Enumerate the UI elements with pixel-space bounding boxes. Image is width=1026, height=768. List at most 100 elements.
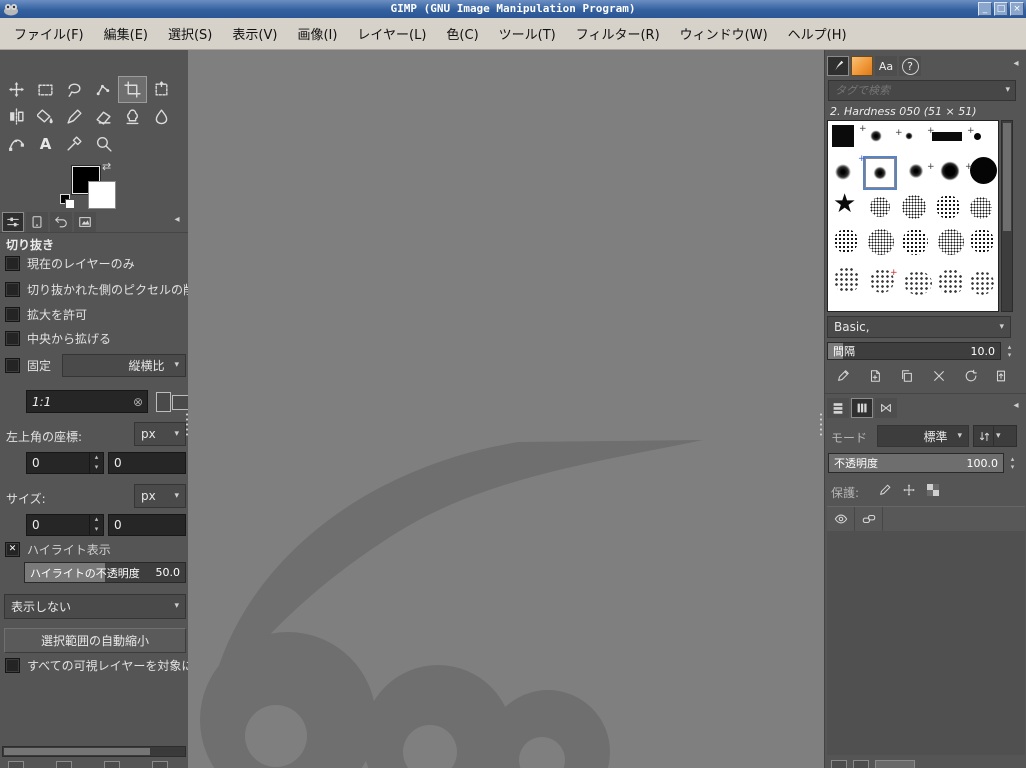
- brush-thumbnail[interactable]: [938, 159, 962, 183]
- brush-thumbnail[interactable]: [974, 133, 981, 140]
- tab-brushes[interactable]: [827, 56, 849, 76]
- brush-grid-scrollbar[interactable]: [1001, 120, 1013, 312]
- tool-crop[interactable]: [118, 76, 147, 103]
- tool-bucket-fill[interactable]: [31, 103, 60, 130]
- option-shrink-merged[interactable]: すべての可視レイヤーを対象にす: [5, 658, 188, 673]
- layer-action-button[interactable]: [875, 760, 915, 768]
- brush-thumbnail[interactable]: [932, 132, 962, 141]
- brush-thumbnail[interactable]: [938, 229, 964, 255]
- size-height-input[interactable]: [109, 515, 185, 535]
- highlight-opacity-slider[interactable]: ハイライトの不透明度 50.0: [24, 562, 186, 583]
- brush-thumbnail[interactable]: ★: [833, 191, 856, 217]
- default-colors-icon[interactable]: [60, 194, 75, 209]
- tab-paths[interactable]: [875, 398, 897, 418]
- tab-patterns[interactable]: [851, 56, 873, 76]
- new-layer-button[interactable]: [831, 760, 847, 768]
- spin-up-icon[interactable]: ▴: [1008, 343, 1012, 351]
- maximize-button[interactable]: □: [994, 2, 1008, 16]
- option-delete-cropped-pixels[interactable]: 切り抜かれた側のピクセルの削除: [5, 282, 188, 297]
- brush-thumbnail[interactable]: [970, 229, 994, 253]
- menu-view[interactable]: 表示(V): [222, 19, 287, 48]
- tab-document-history[interactable]: ?: [899, 56, 921, 76]
- tool-text[interactable]: A: [31, 130, 60, 157]
- refresh-brushes-button[interactable]: [959, 366, 983, 386]
- delete-brush-button[interactable]: [927, 366, 951, 386]
- brush-group-dropdown[interactable]: Basic, ▾: [827, 316, 1011, 338]
- duplicate-brush-button[interactable]: [895, 366, 919, 386]
- position-x-input[interactable]: [27, 453, 89, 473]
- brush-thumbnail[interactable]: [868, 128, 884, 144]
- brush-thumbnail[interactable]: [832, 161, 854, 183]
- position-unit-dropdown[interactable]: px ▾: [134, 422, 186, 446]
- collapse-dock-button[interactable]: ◂: [1009, 399, 1023, 413]
- tag-search-input[interactable]: [829, 84, 1006, 97]
- size-height-field[interactable]: [108, 514, 186, 536]
- brush-thumbnail[interactable]: [868, 229, 894, 255]
- scrollbar-thumb[interactable]: [1003, 123, 1011, 231]
- checkbox[interactable]: [5, 307, 20, 322]
- minimize-button[interactable]: _: [978, 2, 992, 16]
- option-allow-growing[interactable]: 拡大を許可: [5, 307, 188, 322]
- left-dock-resize-grip[interactable]: [185, 412, 190, 436]
- layer-list[interactable]: [827, 531, 1025, 755]
- checkbox[interactable]: [5, 358, 20, 373]
- swap-colors-icon[interactable]: ⇄: [102, 160, 111, 173]
- tool-free-select[interactable]: [60, 76, 89, 103]
- layer-mode-dropdown[interactable]: 標準 ▾: [877, 425, 969, 447]
- brush-spacing-slider[interactable]: 間隔 10.0: [827, 342, 1001, 360]
- restore-tool-preset-button[interactable]: [56, 761, 72, 768]
- menu-file[interactable]: ファイル(F): [4, 19, 94, 48]
- spin-up-icon[interactable]: ▴: [1011, 455, 1015, 463]
- open-brush-as-image-button[interactable]: [989, 366, 1013, 386]
- new-brush-button[interactable]: [863, 366, 887, 386]
- menu-layer[interactable]: レイヤー(L): [347, 19, 436, 48]
- tool-scissors-select[interactable]: [89, 76, 118, 103]
- brush-thumbnail-selected[interactable]: [863, 156, 897, 190]
- save-tool-preset-button[interactable]: [8, 761, 24, 768]
- opacity-spinner[interactable]: ▴ ▾: [1007, 455, 1018, 471]
- lock-pixels-button[interactable]: [875, 480, 895, 500]
- background-color-swatch[interactable]: [88, 181, 116, 209]
- tab-images[interactable]: [74, 212, 96, 232]
- tool-options-scrollbar[interactable]: [2, 746, 186, 757]
- clear-icon[interactable]: ⊗: [133, 395, 147, 409]
- brush-thumbnail[interactable]: [970, 271, 994, 295]
- tab-undo-history[interactable]: [50, 212, 72, 232]
- menu-colors[interactable]: 色(C): [436, 19, 488, 48]
- tool-paths[interactable]: [2, 130, 31, 157]
- raise-layer-button[interactable]: [853, 760, 869, 768]
- landscape-orientation-button[interactable]: [172, 395, 188, 410]
- spin-up-icon[interactable]: ▴: [90, 515, 103, 525]
- position-x-field[interactable]: ▴ ▾: [26, 452, 104, 474]
- brush-thumbnail[interactable]: [970, 197, 992, 219]
- spin-up-icon[interactable]: ▴: [90, 453, 103, 463]
- brush-thumbnail[interactable]: [904, 131, 914, 141]
- link-column[interactable]: [855, 507, 883, 531]
- spinner[interactable]: ▴ ▾: [89, 515, 103, 535]
- tool-rectangle-select[interactable]: [31, 76, 60, 103]
- tool-color-picker[interactable]: [60, 130, 89, 157]
- spinner[interactable]: ▴ ▾: [89, 453, 103, 473]
- spin-down-icon[interactable]: ▾: [90, 525, 103, 535]
- brush-thumbnail[interactable]: [834, 267, 860, 293]
- collapse-dock-button[interactable]: ◂: [1009, 57, 1023, 71]
- option-expand-from-center[interactable]: 中央から拡げる: [5, 331, 188, 346]
- guide-lines-dropdown[interactable]: 表示しない ▾: [4, 594, 186, 619]
- tab-channels[interactable]: [851, 398, 873, 418]
- tool-move[interactable]: [2, 76, 31, 103]
- fixed-mode-dropdown[interactable]: 縦横比 ▾: [62, 354, 186, 377]
- menu-help[interactable]: ヘルプ(H): [778, 19, 857, 48]
- checkbox[interactable]: [5, 331, 20, 346]
- menu-edit[interactable]: 編集(E): [94, 19, 158, 48]
- menu-windows[interactable]: ウィンドウ(W): [670, 19, 778, 48]
- option-highlight[interactable]: ✕ ハイライト表示: [5, 542, 188, 557]
- position-y-field[interactable]: [108, 452, 186, 474]
- brush-thumbnail[interactable]: [906, 161, 926, 181]
- tool-zoom[interactable]: [89, 130, 118, 157]
- tab-layers[interactable]: [827, 398, 849, 418]
- brush-thumbnail[interactable]: [832, 125, 854, 147]
- spacing-spinner[interactable]: ▴ ▾: [1004, 343, 1015, 359]
- scrollbar-thumb[interactable]: [4, 748, 150, 755]
- size-width-field[interactable]: ▴ ▾: [26, 514, 104, 536]
- mode-switch-button[interactable]: ▾: [973, 425, 1017, 447]
